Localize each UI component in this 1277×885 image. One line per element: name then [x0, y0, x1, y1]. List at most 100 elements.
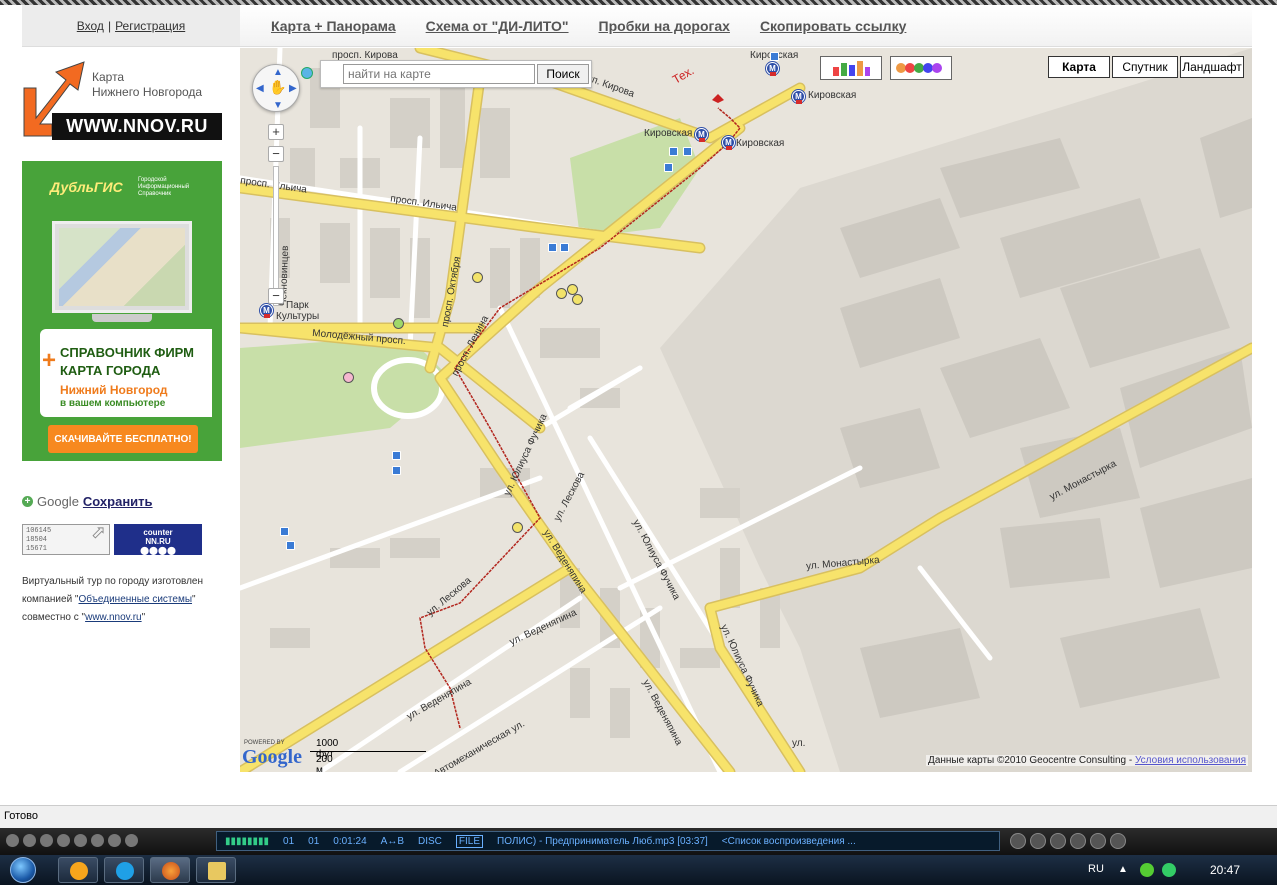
- pan-up-icon[interactable]: ▲: [273, 67, 283, 78]
- taskbar-skype[interactable]: [104, 857, 144, 883]
- link-united-systems[interactable]: Объединенные системы: [78, 594, 192, 605]
- metro-icon[interactable]: M: [766, 62, 779, 76]
- start-button[interactable]: [4, 855, 44, 885]
- label-kirovskaya4: Кировская: [736, 138, 785, 149]
- map-type-satellite[interactable]: Спутник: [1112, 56, 1178, 78]
- zoom-in-button[interactable]: +: [268, 124, 284, 140]
- promo-line3: Нижний Новгород: [60, 383, 168, 397]
- poi-marker[interactable]: [556, 288, 567, 299]
- metro-icon[interactable]: M: [695, 128, 708, 142]
- player-button[interactable]: [108, 834, 121, 847]
- bus-stop-icon[interactable]: [286, 541, 295, 550]
- location-dot-icon[interactable]: [301, 67, 313, 79]
- zoom-track[interactable]: [273, 166, 279, 306]
- terms-link[interactable]: Условия использования: [1135, 755, 1246, 766]
- auth-separator: |: [107, 18, 112, 33]
- stop-icon[interactable]: [1030, 833, 1046, 849]
- poi-marker[interactable]: [512, 522, 523, 533]
- save-link[interactable]: Сохранить: [83, 494, 153, 509]
- player-file: FILE: [455, 834, 484, 848]
- login-link[interactable]: Вход: [77, 19, 104, 33]
- poi-marker[interactable]: [472, 272, 483, 283]
- taskbar-mail-agent[interactable]: [58, 857, 98, 883]
- google-save[interactable]: + Google Сохранить: [22, 494, 153, 509]
- next-icon[interactable]: [1070, 833, 1086, 849]
- bus-stop-icon[interactable]: [560, 243, 569, 252]
- doublegis-banner[interactable]: ДубльГИС Городской Информационный Справо…: [22, 161, 222, 461]
- tour-credits: Виртуальный тур по городу изготовлен ком…: [22, 573, 232, 627]
- folder-icon: [208, 862, 226, 880]
- player-button[interactable]: [91, 834, 104, 847]
- pan-control[interactable]: ▲ ▼ ◀ ▶ ✋: [252, 64, 300, 112]
- pan-left-icon[interactable]: ◀: [256, 83, 264, 94]
- map-canvas[interactable]: просп. Кирова просп. Кирова просп. Ильич…: [240, 48, 1252, 772]
- map-type-terrain[interactable]: Ландшафт: [1180, 56, 1244, 78]
- skype-icon: [116, 862, 134, 880]
- poi-marker[interactable]: [572, 294, 583, 305]
- pan-right-icon[interactable]: ▶: [289, 83, 297, 94]
- counter-badge-nnru[interactable]: counter NN.RU ⬤⬤⬤⬤: [114, 524, 202, 555]
- bus-stop-icon[interactable]: [683, 147, 692, 156]
- player-button[interactable]: [6, 834, 19, 847]
- tray-icq-icon[interactable]: [1140, 863, 1154, 877]
- hand-icon[interactable]: ✋: [269, 79, 286, 96]
- nav-copy-link[interactable]: Скопировать ссылку: [760, 18, 906, 34]
- play-pause-icon[interactable]: [1050, 833, 1066, 849]
- bus-stop-icon[interactable]: [669, 147, 678, 156]
- search-button[interactable]: Поиск: [537, 64, 589, 84]
- media-player-bar: ▮▮▮▮▮▮▮▮ 01 01 0:01:24 A↔B DISC FILE ПОЛ…: [0, 828, 1277, 855]
- tray-chat-icon[interactable]: [1162, 863, 1176, 877]
- arrow-icon: ⬀: [90, 524, 106, 544]
- nav-traffic[interactable]: Пробки на дорогах: [599, 18, 730, 34]
- zoom-out-button[interactable]: −: [268, 288, 284, 304]
- player-track-num: 01: [283, 835, 295, 847]
- tray-clock[interactable]: 20:47: [1210, 863, 1240, 877]
- site-logo[interactable]: Карта Нижнего Новгорода WWW.NNOV.RU: [22, 58, 222, 144]
- volume-icon[interactable]: [1110, 833, 1126, 849]
- zoom-out-top-button[interactable]: −: [268, 146, 284, 162]
- map-type-map[interactable]: Карта: [1048, 56, 1110, 78]
- scale-m: 200 м: [316, 754, 333, 772]
- bus-stop-icon[interactable]: [548, 243, 557, 252]
- tray-language[interactable]: RU: [1088, 863, 1104, 875]
- monitor-stand: [92, 314, 152, 322]
- poi-marker[interactable]: [343, 372, 354, 383]
- bus-stop-icon[interactable]: [280, 527, 289, 536]
- google-logo[interactable]: Google: [242, 746, 302, 769]
- status-text: Готово: [4, 810, 38, 822]
- counter-badge-1[interactable]: 106145 18504 15671 ⬀: [22, 524, 110, 555]
- metro-icon[interactable]: M: [792, 90, 805, 104]
- link-nnov[interactable]: www.nnov.ru: [85, 612, 142, 623]
- taskbar-explorer[interactable]: [196, 857, 236, 883]
- metro-icon[interactable]: M: [722, 136, 735, 150]
- copyright-text: Данные карты ©2010 Geocentre Consulting …: [928, 755, 1135, 766]
- circles-layer-button[interactable]: [890, 56, 952, 80]
- windows-orb-icon: [10, 857, 36, 883]
- tray-show-hidden-icon[interactable]: ▲: [1118, 864, 1128, 875]
- search-input[interactable]: [343, 64, 535, 84]
- register-link[interactable]: Регистрация: [115, 19, 185, 33]
- nav-map-panorama[interactable]: Карта + Панорама: [271, 18, 396, 34]
- player-button[interactable]: [23, 834, 36, 847]
- prev-icon[interactable]: [1010, 833, 1026, 849]
- buildings-icon: [833, 61, 870, 76]
- player-track-num2: 01: [308, 835, 320, 847]
- download-free-button[interactable]: СКАЧИВАЙТЕ БЕСПЛАТНО!: [48, 425, 198, 453]
- label-kirovskaya2: Кировская: [808, 90, 857, 101]
- player-button[interactable]: [125, 834, 138, 847]
- poi-marker[interactable]: [393, 318, 404, 329]
- taskbar-firefox[interactable]: [150, 857, 190, 883]
- buildings-layer-button[interactable]: [820, 56, 882, 80]
- player-button[interactable]: [57, 834, 70, 847]
- bus-stop-icon[interactable]: [664, 163, 673, 172]
- bus-stop-icon[interactable]: [392, 451, 401, 460]
- bus-stop-icon[interactable]: [770, 52, 779, 61]
- player-equalizer-icon: ▮▮▮▮▮▮▮▮: [225, 835, 270, 847]
- player-button[interactable]: [40, 834, 53, 847]
- player-button[interactable]: [74, 834, 87, 847]
- nav-dilito-scheme[interactable]: Схема от "ДИ-ЛИТО": [426, 18, 569, 34]
- open-icon[interactable]: [1090, 833, 1106, 849]
- banner-brand-sub: Городской Информационный Справочник: [138, 177, 190, 197]
- pan-down-icon[interactable]: ▼: [273, 100, 283, 111]
- bus-stop-icon[interactable]: [392, 466, 401, 475]
